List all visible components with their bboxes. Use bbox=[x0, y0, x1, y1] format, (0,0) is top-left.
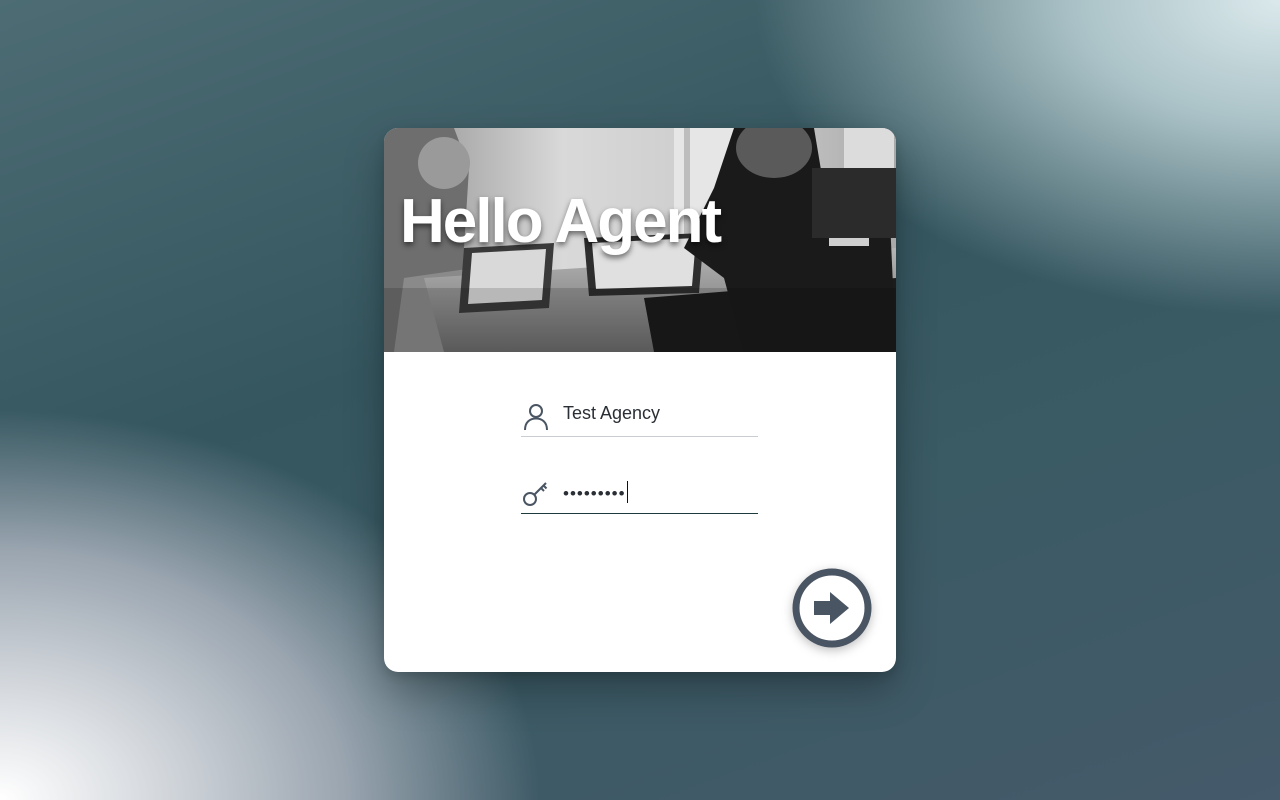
hero-banner: Hello Agent bbox=[384, 128, 896, 352]
arrow-circle-right-icon bbox=[792, 568, 872, 648]
password-masked-text: ••••••••• bbox=[563, 484, 626, 503]
key-icon bbox=[523, 482, 548, 506]
text-caret bbox=[626, 481, 629, 503]
password-value: ••••••••• bbox=[563, 481, 629, 504]
page-title: Hello Agent bbox=[400, 187, 722, 256]
login-card: Hello Agent Test Agency ••••••••• bbox=[384, 128, 896, 672]
submit-button[interactable] bbox=[792, 568, 872, 648]
password-field[interactable]: ••••••••• bbox=[521, 473, 758, 514]
username-value: Test Agency bbox=[563, 403, 661, 423]
user-icon bbox=[524, 404, 548, 431]
username-field[interactable]: Test Agency bbox=[521, 396, 758, 437]
